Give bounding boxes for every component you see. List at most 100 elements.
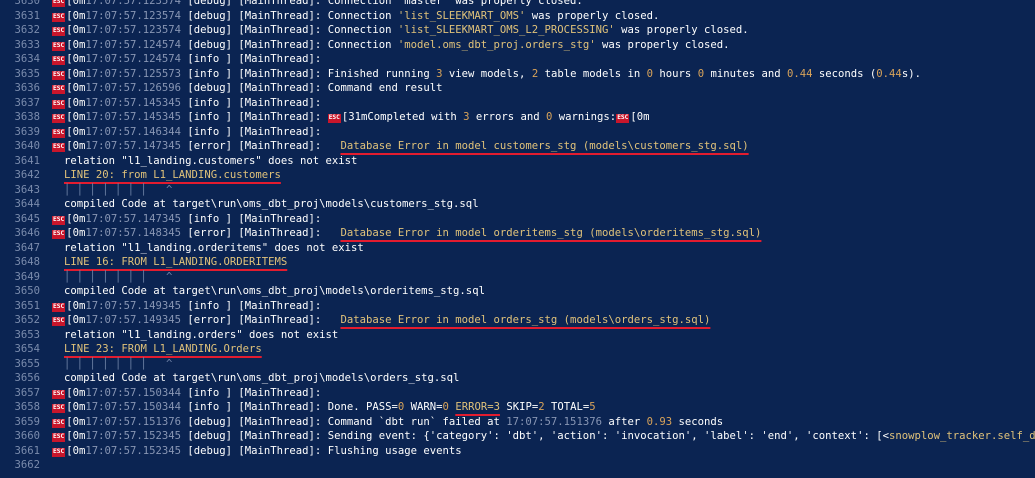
log-segment: 17:07:57.123574 <box>85 0 181 7</box>
log-text: compiled Code at target\run\oms_dbt_proj… <box>52 284 485 299</box>
log-line: 3662 <box>0 458 1035 473</box>
line-number: 3654 <box>14 343 40 355</box>
log-segment: [debug] [MainThread]: Command end result <box>181 82 443 94</box>
log-line: 3630 ESC [0m17:07:57.123574 [debug] [MainT… <box>0 0 1035 9</box>
log-line: 3657 ESC [0m17:07:57.150344 [info ] [MainT… <box>0 386 1035 401</box>
log-segment: 17:07:57.151376 <box>506 415 602 428</box>
log-segment: warnings: <box>552 111 617 123</box>
log-segment: 17:07:57.149345 <box>85 299 181 312</box>
line-number: 3659 <box>14 415 40 428</box>
esc-control-icon: ESC <box>52 389 66 399</box>
log-line: 3631 ESC [0m17:07:57.123574 [debug] [MainT… <box>0 9 1035 24</box>
indent-guide: │ │ │ │ │ │ │ ^ <box>64 357 173 370</box>
log-segment: relation "l1_landing.orderitems" does no… <box>64 241 364 254</box>
log-line: 3633 ESC [0m17:07:57.124574 [debug] [MainT… <box>0 38 1035 53</box>
line-number: 3649 <box>14 270 40 283</box>
log-segment: [info ] [MainThread]: <box>181 125 322 138</box>
log-segment: was properly closed. <box>525 9 660 22</box>
log-segment: 17:07:57.149345 <box>85 314 181 326</box>
log-segment: [0m <box>66 415 86 428</box>
log-line: 3646 ESC [0m17:07:57.148345 [error] [MainT… <box>0 226 1035 241</box>
log-segment: [0m <box>66 212 86 225</box>
log-text: compiled Code at target\run\oms_dbt_proj… <box>52 371 459 386</box>
log-segment: 17:07:57.150344 <box>85 386 181 399</box>
log-text: LINE 23: FROM L1_LANDING.Orders <box>52 342 262 357</box>
underlined-error-text: Database Error in model orders_stg (mode… <box>340 314 711 326</box>
log-segment: [0m <box>66 444 86 457</box>
log-segment: [error] [MainThread]: <box>181 227 341 239</box>
line-number: 3630 <box>14 0 40 7</box>
log-text: relation "l1_landing.orderitems" does no… <box>52 241 364 256</box>
log-line: 3642 LINE 20: from L1_LANDING.customers <box>0 168 1035 183</box>
log-segment: 'list_SLEEKMART_OMS_L2_PROCESSING' <box>397 24 615 36</box>
esc-control-icon: ESC <box>52 56 66 65</box>
log-line: 3637 ESC [0m17:07:57.145345 [info ] [MainT… <box>0 96 1035 111</box>
log-segment: relation "l1_landing.customers" does not… <box>64 154 358 167</box>
line-number: 3647 <box>14 241 40 254</box>
log-text: ESC [0m17:07:57.146344 [info ] [MainThrea… <box>52 125 321 140</box>
log-segment: 0.44 <box>787 67 813 80</box>
esc-control-icon: ESC <box>52 114 66 123</box>
log-text: relation "l1_landing.customers" does not… <box>52 154 357 169</box>
log-line: 3661 ESC [0m17:07:57.152345 [debug] [MainT… <box>0 444 1035 459</box>
log-segment: SKIP= <box>499 401 539 413</box>
log-text: ESC [0m17:07:57.123574 [debug] [MainThrea… <box>52 23 749 38</box>
log-segment: 17:07:57.123574 <box>85 9 181 22</box>
esc-control-icon: ESC <box>52 27 66 36</box>
esc-control-icon: ESC <box>52 70 66 80</box>
log-line: 3653 relation "l1_landing.orders" does no… <box>0 328 1035 343</box>
line-number: 3642 <box>14 169 40 181</box>
log-line: 3641 relation "l1_landing.customers" does… <box>0 154 1035 169</box>
underlined-error-text: Database Error in model customers_stg (m… <box>340 140 749 152</box>
log-line: 3655 │ │ │ │ │ │ │ ^ <box>0 357 1035 372</box>
log-segment: errors and <box>469 111 547 123</box>
log-segment: 17:07:57.145345 <box>85 96 181 109</box>
line-number: 3638 <box>14 111 40 123</box>
log-segment: 5 <box>589 401 596 413</box>
log-segment: seconds <box>672 415 724 428</box>
esc-control-icon: ESC <box>52 317 66 326</box>
line-number: 3652 <box>14 314 40 326</box>
log-segment: [0m <box>66 82 86 94</box>
log-segment: snowplow_tracker.self_describing_json <box>888 430 1035 442</box>
log-segment: [debug] [MainThread]: Connection <box>181 38 398 51</box>
log-segment: was properly closed. <box>614 24 749 36</box>
log-line: 3644 compiled Code at target\run\oms_dbt_… <box>0 197 1035 212</box>
log-text: │ │ │ │ │ │ │ ^ <box>52 183 172 198</box>
log-segment: [error] [MainThread]: <box>181 314 341 326</box>
log-text: relation "l1_landing.orders" does not ex… <box>52 328 338 343</box>
line-number: 3661 <box>14 444 40 457</box>
log-segment: [debug] [MainThread]: Command `dbt run` … <box>181 415 507 428</box>
log-editor[interactable]: 3630 ESC [0m17:07:57.123574 [debug] [MainT… <box>0 0 1035 478</box>
line-number: 3650 <box>14 285 40 297</box>
log-segment: 17:07:57.152345 <box>85 430 181 442</box>
log-segment: compiled Code at target\run\oms_dbt_proj… <box>64 372 460 384</box>
log-segment: [info ] [MainThread]: <box>181 386 322 399</box>
log-line: 3636 ESC [0m17:07:57.126596 [debug] [MainT… <box>0 81 1035 96</box>
log-segment: [0m <box>66 430 86 442</box>
line-number: 3648 <box>14 256 40 268</box>
log-line: 3652 ESC [0m17:07:57.149345 [error] [MainT… <box>0 313 1035 328</box>
esc-control-icon: ESC <box>52 418 66 428</box>
esc-control-icon: ESC <box>52 447 66 457</box>
log-text: │ │ │ │ │ │ │ ^ <box>52 270 172 285</box>
log-segment: TOTAL= <box>544 401 590 413</box>
log-text: ESC [0m17:07:57.145345 [info ] [MainThrea… <box>52 96 321 111</box>
log-segment: 17:07:57.126596 <box>85 82 181 94</box>
log-segment: [0m <box>66 227 86 239</box>
log-line: 3634 ESC [0m17:07:57.124574 [info ] [MainT… <box>0 52 1035 67</box>
log-text: ESC [0m17:07:57.149345 [info ] [MainThrea… <box>52 299 321 314</box>
line-number: 3635 <box>14 67 40 80</box>
underlined-error-text: LINE 16: FROM L1_LANDING.ORDERITEMS <box>64 256 288 268</box>
esc-control-icon: ESC <box>52 99 66 109</box>
esc-control-icon: ESC <box>52 215 66 225</box>
log-segment: 17:07:57.147345 <box>85 140 181 152</box>
line-number: 3637 <box>14 96 40 109</box>
log-text: ESC [0m17:07:57.145345 [info ] [MainThrea… <box>52 110 650 125</box>
log-line: 3638 ESC [0m17:07:57.145345 [info ] [MainT… <box>0 110 1035 125</box>
log-segment: [debug] [MainThread]: Connection 'master… <box>181 0 583 7</box>
esc-control-icon: ESC <box>52 433 66 442</box>
log-segment: was properly closed. <box>595 38 730 51</box>
log-text: ESC [0m17:07:57.152345 [debug] [MainThrea… <box>52 429 1035 444</box>
log-segment: [0m <box>66 24 86 36</box>
